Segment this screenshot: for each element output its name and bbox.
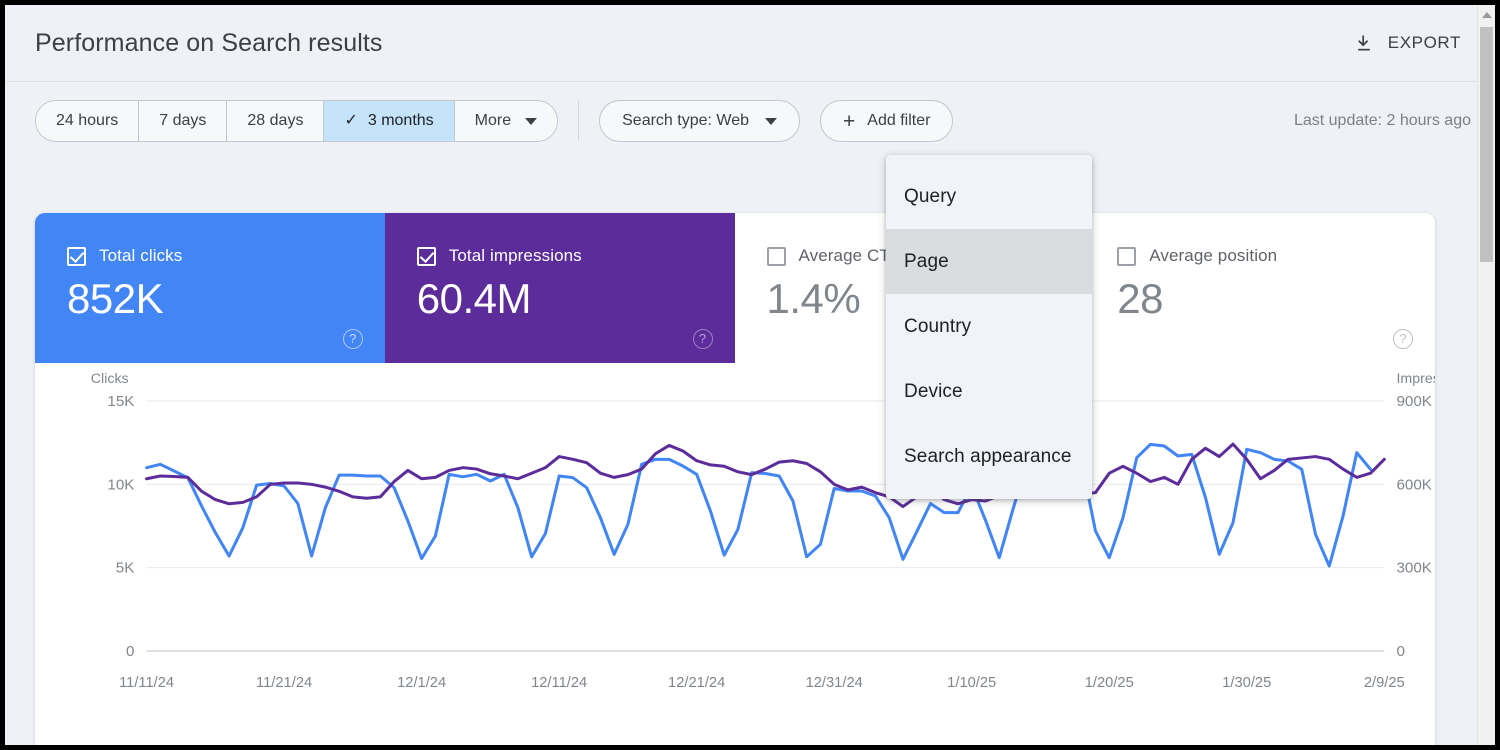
menu-item-label: Device	[904, 381, 963, 403]
metric-label: Total clicks	[99, 246, 182, 266]
scroll-up-button[interactable]	[1478, 7, 1495, 23]
date-range-group: 24 hours 7 days 28 days ✓ 3 months More	[35, 100, 558, 142]
svg-text:Clicks: Clicks	[91, 370, 129, 386]
metric-label: Average position	[1149, 246, 1277, 266]
metric-value: 852K	[67, 275, 385, 323]
export-button[interactable]: EXPORT	[1344, 27, 1471, 59]
export-label: EXPORT	[1388, 33, 1461, 53]
menu-item-label: Search appearance	[904, 446, 1072, 468]
svg-text:900K: 900K	[1396, 393, 1432, 410]
menu-item-label: Query	[904, 186, 956, 208]
add-filter-button[interactable]: + Add filter	[820, 100, 953, 142]
metric-cards-row: Total clicks 852K ? Total impressions 60…	[35, 213, 1435, 363]
metric-value: 28	[1117, 275, 1435, 323]
download-icon	[1354, 33, 1374, 53]
vertical-scrollbar[interactable]	[1477, 5, 1495, 745]
range-button-24-hours[interactable]: 24 hours	[36, 101, 139, 141]
checkbox-average-position[interactable]	[1117, 247, 1136, 266]
svg-text:12/1/24: 12/1/24	[397, 675, 446, 691]
help-icon[interactable]: ?	[343, 329, 363, 349]
metric-label: Total impressions	[449, 246, 582, 266]
range-label: 28 days	[247, 112, 303, 130]
metric-card-average-position[interactable]: Average position 28 ?	[1085, 213, 1435, 363]
check-icon: ✓	[344, 113, 357, 129]
svg-text:10K: 10K	[107, 476, 134, 493]
checkbox-average-ctr[interactable]	[767, 247, 786, 266]
svg-text:5K: 5K	[116, 560, 135, 577]
menu-item-label: Page	[904, 251, 949, 273]
add-filter-dropdown[interactable]: Query Page Country Device Search appeara…	[886, 155, 1092, 499]
filters-toolbar: 24 hours 7 days 28 days ✓ 3 months More …	[5, 82, 1495, 160]
svg-text:12/31/24: 12/31/24	[806, 675, 863, 691]
range-button-more[interactable]: More	[455, 101, 557, 141]
performance-card: Total clicks 852K ? Total impressions 60…	[35, 213, 1435, 745]
last-update-text: Last update: 2 hours ago	[1294, 112, 1471, 130]
content-area: Total clicks 852K ? Total impressions 60…	[5, 160, 1495, 745]
range-label: 3 months	[368, 112, 434, 130]
svg-text:11/21/24: 11/21/24	[256, 675, 312, 691]
svg-text:600K: 600K	[1396, 476, 1432, 493]
range-button-28-days[interactable]: 28 days	[227, 101, 324, 141]
chart-axis-labels: 0 0 5K 300K 10K 600K 15K 900K Clicks Impressions 1…	[91, 370, 1435, 691]
page-header: Performance on Search results EXPORT	[5, 5, 1495, 82]
metric-header: Average position	[1117, 246, 1435, 266]
svg-text:1/20/25: 1/20/25	[1085, 675, 1134, 691]
svg-text:0: 0	[1396, 643, 1404, 660]
range-label: More	[475, 112, 511, 130]
svg-text:0: 0	[126, 643, 134, 660]
app-frame: Performance on Search results EXPORT 24 …	[0, 0, 1500, 750]
checkbox-total-clicks[interactable]	[67, 247, 86, 266]
menu-item-device[interactable]: Device	[886, 359, 1092, 424]
caret-up-icon	[1482, 12, 1492, 18]
chart-series	[147, 444, 1385, 566]
scrollbar-thumb[interactable]	[1480, 27, 1493, 262]
menu-item-country[interactable]: Country	[886, 294, 1092, 359]
range-label: 24 hours	[56, 112, 118, 130]
svg-text:15K: 15K	[107, 393, 134, 410]
metric-card-total-impressions[interactable]: Total impressions 60.4M ?	[385, 213, 735, 363]
menu-item-page[interactable]: Page	[886, 229, 1092, 294]
range-label: 7 days	[159, 112, 206, 130]
add-filter-label: Add filter	[867, 112, 930, 130]
performance-chart[interactable]: 0 0 5K 300K 10K 600K 15K 900K Clicks Impressions 1…	[35, 363, 1435, 743]
svg-text:1/10/25: 1/10/25	[947, 675, 996, 691]
search-type-label: Search type: Web	[622, 112, 749, 130]
range-button-3-months[interactable]: ✓ 3 months	[324, 101, 454, 141]
metric-card-total-clicks[interactable]: Total clicks 852K ?	[35, 213, 385, 363]
page-title: Performance on Search results	[35, 29, 383, 58]
metric-header: Total clicks	[67, 246, 385, 266]
toolbar-divider	[578, 101, 579, 141]
menu-item-query[interactable]: Query	[886, 164, 1092, 229]
chevron-down-icon	[765, 118, 777, 125]
metric-value: 60.4M	[417, 275, 735, 323]
plus-icon: +	[843, 111, 855, 132]
svg-text:Impressions: Impressions	[1396, 370, 1435, 386]
help-icon[interactable]: ?	[693, 329, 713, 349]
metric-header: Total impressions	[417, 246, 735, 266]
chart-svg: 0 0 5K 300K 10K 600K 15K 900K Clicks Impressions 1…	[35, 363, 1435, 743]
range-button-7-days[interactable]: 7 days	[139, 101, 227, 141]
menu-item-label: Country	[904, 316, 971, 338]
help-icon[interactable]: ?	[1393, 329, 1413, 349]
svg-text:300K: 300K	[1396, 560, 1432, 577]
svg-text:2/9/25: 2/9/25	[1364, 675, 1405, 691]
svg-text:12/21/24: 12/21/24	[668, 675, 725, 691]
chart-gridlines	[147, 401, 1385, 651]
menu-item-search-appearance[interactable]: Search appearance	[886, 424, 1092, 489]
svg-text:1/30/25: 1/30/25	[1222, 675, 1271, 691]
svg-text:12/11/24: 12/11/24	[531, 675, 587, 691]
svg-text:11/11/24: 11/11/24	[119, 675, 174, 691]
search-type-button[interactable]: Search type: Web	[599, 100, 800, 142]
chevron-down-icon	[525, 118, 537, 125]
checkbox-total-impressions[interactable]	[417, 247, 436, 266]
